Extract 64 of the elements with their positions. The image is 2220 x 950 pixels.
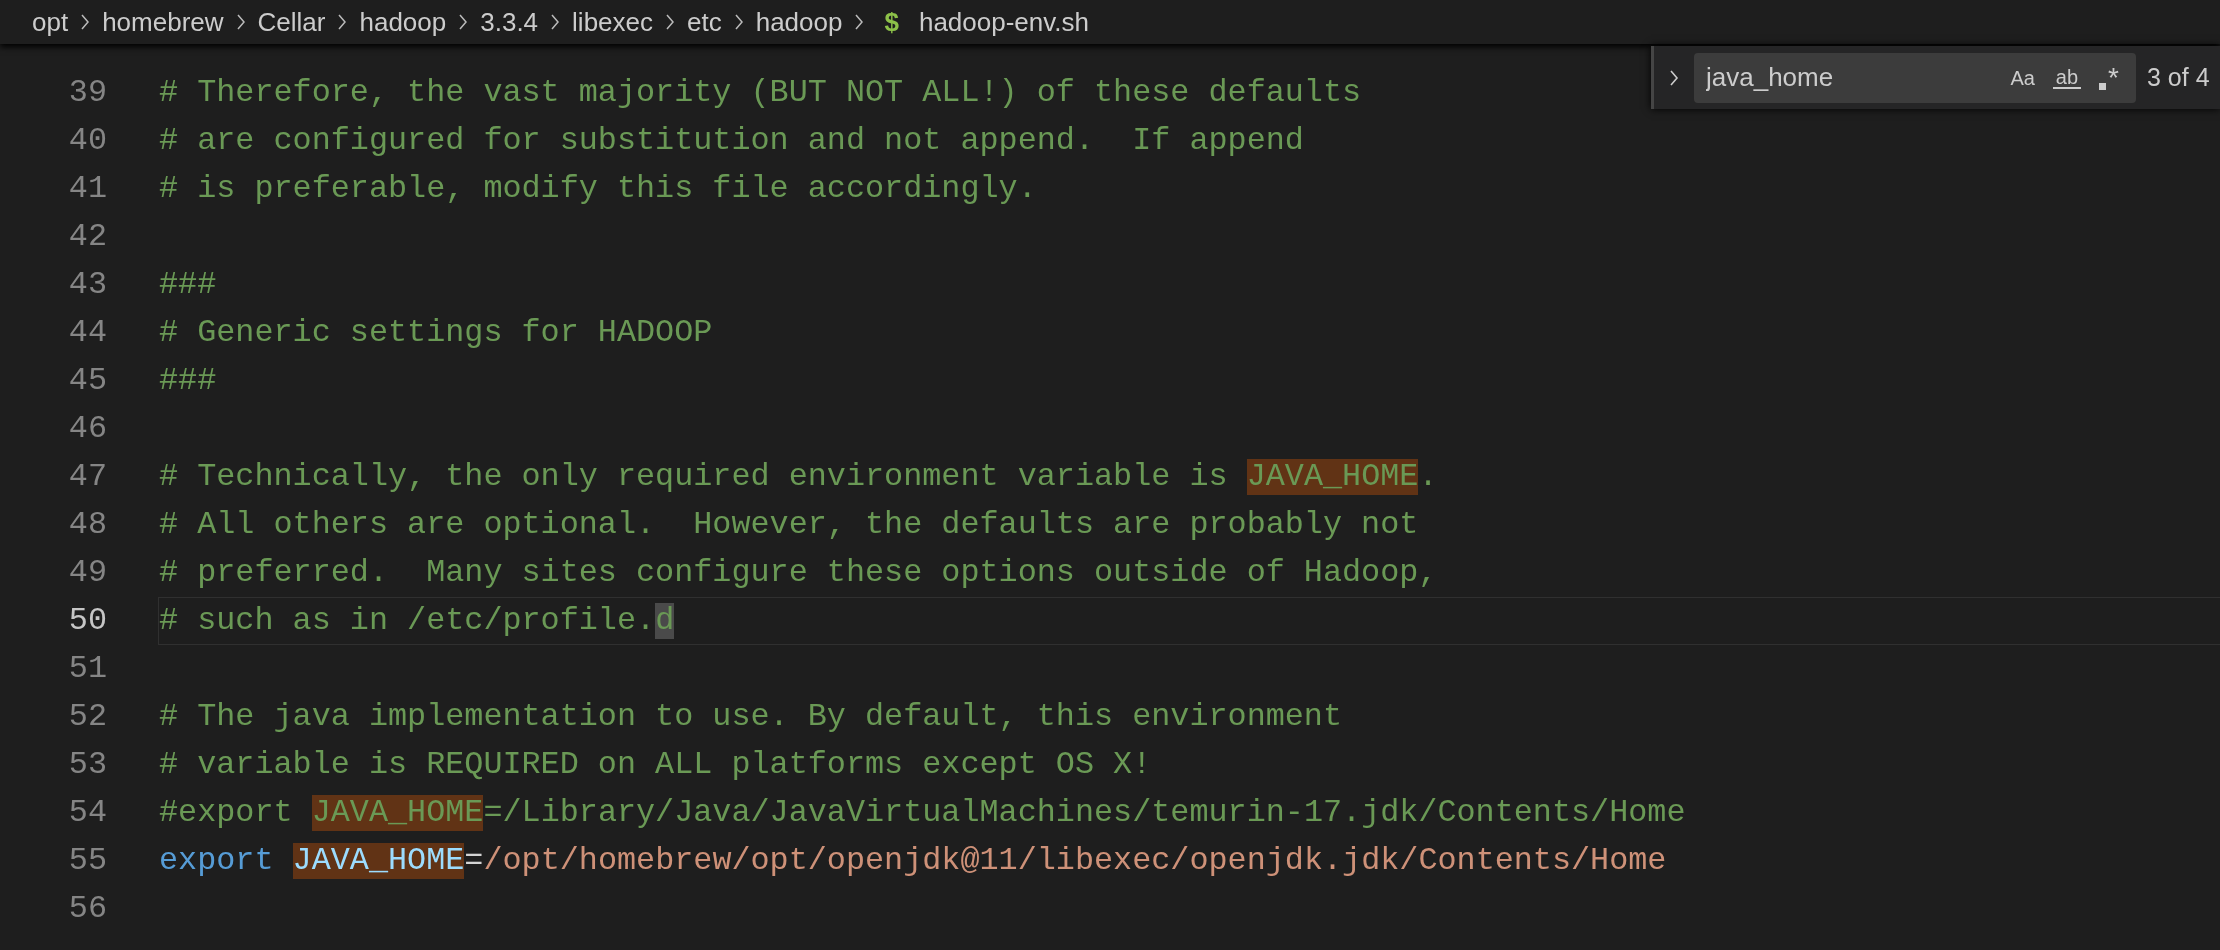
regex-toggle[interactable]: *	[2094, 61, 2124, 94]
breadcrumb-folder[interactable]: hadoop	[359, 6, 447, 38]
breadcrumb-folder[interactable]: etc	[687, 6, 722, 38]
chevron-right-icon	[733, 14, 744, 30]
line-number: 48	[67, 507, 107, 543]
breadcrumb-folder[interactable]: Cellar	[257, 6, 326, 38]
shell-file-icon: $	[884, 6, 899, 38]
code-comment: # Therefore, the vast majority (BUT NOT ALL!) of these defaults	[159, 75, 1362, 111]
breadcrumb-folder[interactable]: 3.3.4	[480, 6, 539, 38]
search-match: JAVA_HOME	[311, 795, 484, 831]
breadcrumb-folder[interactable]: libexec	[572, 6, 653, 38]
breadcrumb-folder[interactable]: homebrew	[102, 6, 224, 38]
code-comment: # such as in /etc/profile.	[159, 603, 656, 639]
chevron-right-icon	[235, 14, 246, 30]
line-number: 44	[67, 315, 107, 351]
line-number: 46	[67, 411, 107, 447]
code-comment: .	[1418, 459, 1438, 495]
chevron-right-icon	[337, 14, 348, 30]
code-comment: # Technically, the only required environment variable is	[159, 459, 1229, 495]
code-comment: # The java implementation to use. By default, this environment	[159, 699, 1343, 735]
line-number: 55	[67, 843, 107, 879]
whole-word-toggle[interactable]: ab	[2047, 63, 2087, 92]
line-number: 41	[67, 171, 107, 207]
chevron-right-icon	[458, 14, 469, 30]
breadcrumb-folder[interactable]: opt	[32, 6, 69, 38]
chevron-right-icon	[854, 14, 865, 30]
search-match: JAVA_HOME	[1246, 459, 1419, 495]
breadcrumb-folder[interactable]: hadoop	[755, 6, 843, 38]
line-number: 39	[67, 75, 107, 111]
code-comment: # preferred. Many sites configure these options outside of Hadoop,	[159, 555, 1438, 591]
code-comment: # variable is REQUIRED on ALL platforms except OS X!	[159, 747, 1152, 783]
code-comment: ###	[159, 363, 217, 399]
line-number: 49	[67, 555, 107, 591]
line-number: 47	[67, 459, 107, 495]
line-number: 51	[67, 651, 107, 687]
string-literal: /opt/homebrew/opt/openjdk@11/libexec/openjdk.jdk/Contents/Home	[483, 843, 1667, 879]
line-number: 40	[67, 123, 107, 159]
code-comment: # All others are optional. However, the defaults are probably not	[159, 507, 1419, 543]
code-comment: # Generic settings for HADOOP	[159, 315, 713, 351]
line-number: 42	[67, 219, 107, 255]
match-case-toggle[interactable]: Aa	[2005, 64, 2040, 91]
chevron-right-icon	[550, 14, 561, 30]
code-comment: # are configured for substitution and not append. If append	[159, 123, 1304, 159]
chevron-right-icon	[80, 14, 91, 30]
line-number: 56	[67, 891, 107, 927]
match-count: 3 of 4	[2147, 63, 2210, 92]
code-comment: #export	[159, 795, 294, 831]
chevron-right-icon	[665, 14, 675, 30]
search-match: JAVA_HOME	[292, 843, 465, 879]
file-name: hadoop-env.sh	[918, 6, 1090, 38]
line-number: 54	[67, 795, 107, 831]
line-number: 50	[67, 603, 107, 639]
code-comment: ###	[159, 267, 217, 303]
line-number: 52	[67, 699, 107, 735]
line-number: 45	[67, 363, 107, 399]
line-number: 53	[67, 747, 107, 783]
keyword: export	[159, 843, 275, 879]
code-text: =	[464, 843, 484, 879]
chevron-right-icon	[1669, 69, 1679, 86]
code-comment: # is preferable, modify this file accordingly.	[159, 171, 1037, 207]
code-comment: d	[655, 603, 675, 639]
search-field[interactable]: java_home Aa ab *	[1694, 52, 2136, 103]
line-number: 43	[67, 267, 107, 303]
code-comment: =/Library/Java/JavaVirtualMachines/temurin-17.jdk/Contents/Home	[483, 795, 1686, 831]
